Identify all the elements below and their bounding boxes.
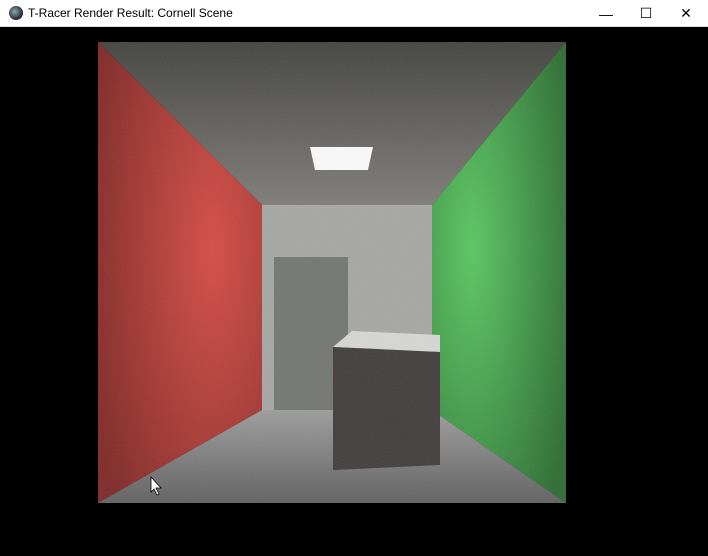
render-noise — [98, 42, 566, 503]
render-image — [98, 42, 566, 503]
